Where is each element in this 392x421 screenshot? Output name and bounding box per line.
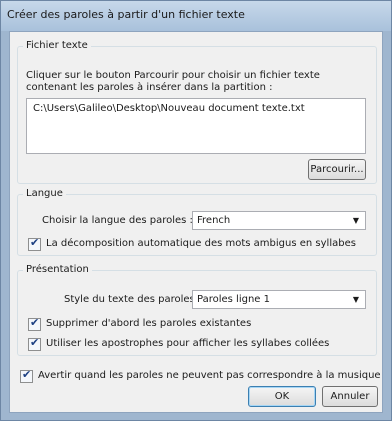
checkmark-icon: ✔ (30, 316, 40, 329)
apostrophes-checkbox[interactable]: ✔ (28, 336, 41, 351)
warn-checkbox[interactable]: ✔ (20, 368, 33, 383)
ok-button[interactable]: OK (248, 386, 316, 407)
style-select[interactable]: Paroles ligne 1 ▼ (192, 290, 366, 309)
language-select[interactable]: French ▼ (192, 211, 366, 230)
style-selected-value: Paroles ligne 1 (197, 294, 270, 305)
decomposition-label: La décomposition automatique des mots am… (46, 238, 356, 249)
supprimer-checkbox[interactable]: ✔ (28, 316, 41, 331)
chevron-down-icon: ▼ (352, 295, 359, 304)
decomposition-checkbox[interactable]: ✔ (28, 236, 41, 251)
group-title-fichier: Fichier texte (23, 40, 91, 51)
checkmark-icon: ✔ (22, 368, 32, 381)
fichier-description: Cliquer sur le bouton Parcourir pour cho… (26, 70, 320, 93)
chevron-down-icon: ▼ (352, 216, 359, 225)
browse-button[interactable]: Parcourir... (308, 159, 366, 180)
language-select-label: Choisir la langue des paroles : (42, 215, 193, 226)
language-selected-value: French (197, 215, 231, 226)
cancel-button[interactable]: Annuler (322, 386, 378, 407)
group-title-langue: Langue (23, 188, 66, 199)
apostrophes-label: Utiliser les apostrophes pour afficher l… (46, 338, 330, 349)
checkmark-icon: ✔ (30, 336, 40, 349)
style-select-label: Style du texte des paroles : (64, 294, 202, 305)
file-path-field[interactable]: C:\Users\Galileo\Desktop\Nouveau documen… (26, 98, 366, 154)
warn-label: Avertir quand les paroles ne peuvent pas… (38, 370, 381, 381)
title-bar[interactable]: Créer des paroles à partir d'un fichier … (1, 1, 391, 31)
dialog-window: Créer des paroles à partir d'un fichier … (0, 0, 392, 421)
supprimer-label: Supprimer d'abord les paroles existantes (46, 318, 252, 329)
dialog-body: Fichier texte Cliquer sur le bouton Parc… (9, 31, 383, 413)
group-title-presentation: Présentation (23, 264, 92, 275)
window-title: Créer des paroles à partir d'un fichier … (7, 8, 245, 21)
checkmark-icon: ✔ (30, 236, 40, 249)
